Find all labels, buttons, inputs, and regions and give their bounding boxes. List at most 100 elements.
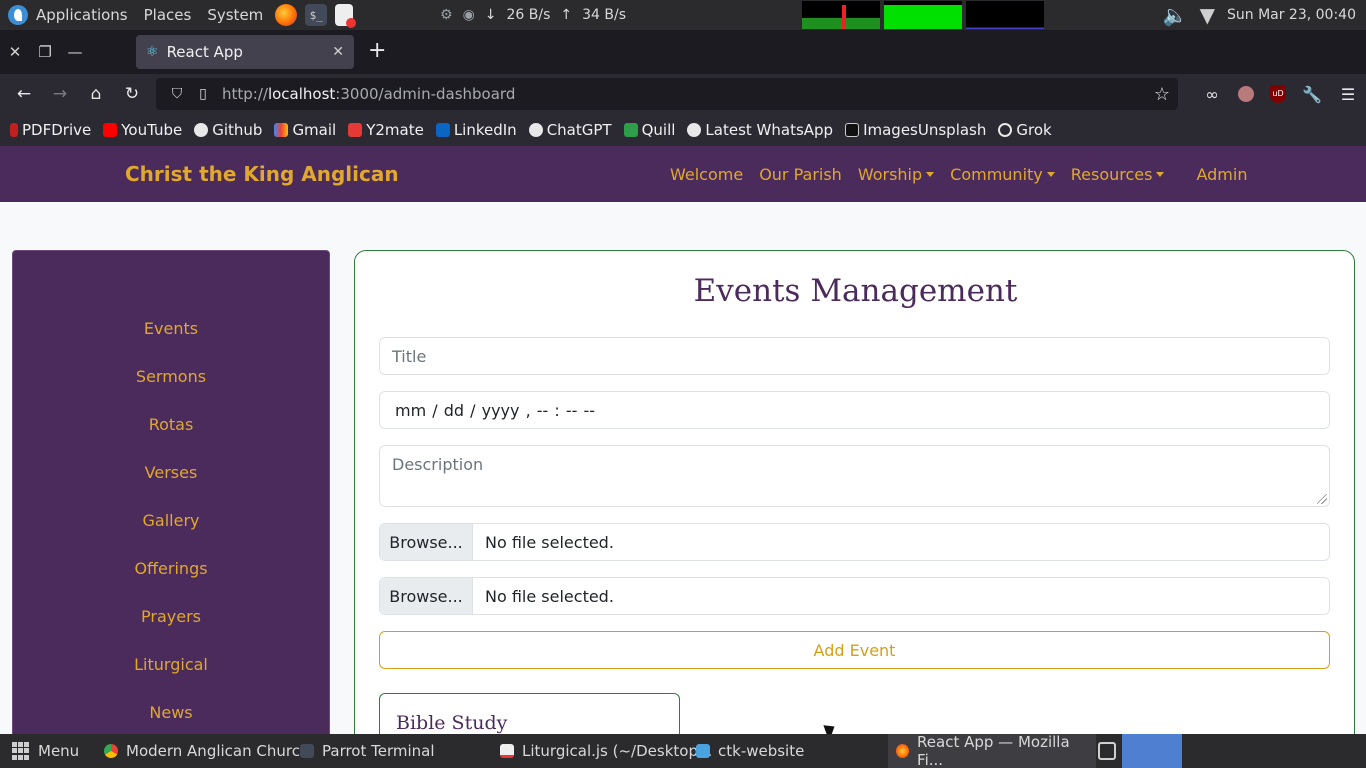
bookmark-label: Grok bbox=[1016, 121, 1052, 139]
url-host: localhost bbox=[267, 85, 336, 103]
gmail-icon bbox=[274, 123, 289, 137]
places-menu[interactable]: Places bbox=[136, 0, 200, 30]
bookmark-pdfdrive[interactable]: PDFDrive bbox=[10, 121, 91, 139]
taskbar-menu-button[interactable]: Menu bbox=[4, 734, 87, 768]
bookmark-chatgpt[interactable]: ChatGPT bbox=[528, 121, 612, 139]
page-info-icon[interactable]: ▯ bbox=[190, 86, 216, 102]
shield-icon[interactable]: ⛉ bbox=[164, 86, 190, 102]
terminal-launcher-icon[interactable]: $_ bbox=[305, 4, 328, 26]
net-down-speed: 26 B/s bbox=[506, 7, 551, 23]
bookmark-star-icon[interactable]: ☆ bbox=[1154, 84, 1170, 105]
task-label: Modern Anglican Churc... bbox=[126, 742, 315, 760]
bookmark-quill[interactable]: Quill bbox=[623, 121, 676, 139]
site-nav-links: Welcome Our Parish Worship Community Res… bbox=[670, 165, 1247, 184]
file-status: No file selected. bbox=[485, 586, 614, 606]
nav-admin[interactable]: Admin bbox=[1196, 165, 1247, 184]
tab-react-app[interactable]: ⚛ React App ✕ bbox=[136, 35, 354, 69]
taskbar-editor-window[interactable]: Liturgical.js (~/Desktop... bbox=[492, 734, 720, 768]
nav-worship-dropdown[interactable]: Worship bbox=[858, 165, 934, 184]
bookmark-imagesunsplash[interactable]: ImagesUnsplash bbox=[845, 121, 986, 139]
datetime-input[interactable]: mm / dd / yyyy , -- : -- -- bbox=[379, 391, 1330, 429]
profile-extension-icon[interactable] bbox=[1238, 86, 1254, 102]
hamburger-menu-icon[interactable]: ☰ bbox=[1338, 85, 1358, 104]
workspace-switcher-icon[interactable] bbox=[1094, 734, 1120, 768]
description-placeholder: Description bbox=[392, 455, 484, 474]
system-menu[interactable]: System bbox=[199, 0, 271, 30]
title-placeholder: Title bbox=[392, 346, 427, 366]
address-bar[interactable]: ⛉ ▯ http://localhost:3000/admin-dashboar… bbox=[156, 78, 1178, 110]
task-label: React App — Mozilla Fi... bbox=[917, 733, 1070, 768]
sidebar-item-gallery[interactable]: Gallery bbox=[13, 511, 329, 530]
sidebar-item-rotas[interactable]: Rotas bbox=[13, 415, 329, 434]
taskbar-firefox-window[interactable]: React App — Mozilla Fi... bbox=[888, 733, 1096, 768]
firefox-launcher-icon[interactable] bbox=[275, 4, 298, 26]
description-textarea[interactable]: Description bbox=[379, 445, 1330, 507]
tab-title: React App bbox=[166, 43, 243, 61]
browser-navigation-bar: ← → ⌂ ↻ ⛉ ▯ http://localhost:3000/admin-… bbox=[0, 74, 1366, 114]
volume-icon[interactable]: 🔈 bbox=[1163, 3, 1188, 27]
sidebar-item-sermons[interactable]: Sermons bbox=[13, 367, 329, 386]
attachment-file-input[interactable]: Browse... No file selected. bbox=[379, 577, 1330, 615]
nav-community-dropdown[interactable]: Community bbox=[950, 165, 1055, 184]
sidebar-item-events[interactable]: Events bbox=[13, 319, 329, 338]
url-scheme: http:// bbox=[222, 85, 268, 103]
task-label: ctk-website bbox=[718, 742, 805, 760]
taskbar-chrome-window[interactable]: Modern Anglican Churc... bbox=[96, 734, 322, 768]
back-arrow-icon[interactable]: ← bbox=[6, 84, 42, 104]
system-monitor-graphs bbox=[802, 1, 1044, 29]
sidebar-item-liturgical[interactable]: Liturgical bbox=[13, 655, 329, 674]
close-tab-icon[interactable]: ✕ bbox=[332, 44, 344, 60]
nav-our-parish[interactable]: Our Parish bbox=[759, 165, 842, 184]
reload-icon[interactable]: ↻ bbox=[114, 84, 150, 104]
sidebar-item-prayers[interactable]: Prayers bbox=[13, 607, 329, 626]
download-arrow-icon: ↓ bbox=[484, 7, 497, 23]
parrot-logo-icon[interactable] bbox=[8, 5, 28, 25]
title-input[interactable]: Title bbox=[379, 337, 1330, 375]
event-card[interactable]: Bible Study bbox=[379, 693, 680, 734]
bookmark-y2mate[interactable]: Y2mate bbox=[348, 121, 424, 139]
text-editor-launcher-icon[interactable] bbox=[335, 4, 357, 28]
site-brand[interactable]: Christ the King Anglican bbox=[125, 162, 399, 186]
taskbar-folder-window[interactable]: ctk-website bbox=[688, 734, 812, 768]
y2mate-icon bbox=[348, 123, 363, 137]
bookmark-github[interactable]: Github bbox=[194, 121, 262, 139]
net-up-speed: 34 B/s bbox=[582, 7, 627, 23]
sidebar-item-verses[interactable]: Verses bbox=[13, 463, 329, 482]
bookmark-linkedin[interactable]: LinkedIn bbox=[435, 121, 517, 139]
taskbar-active-firefox-button[interactable] bbox=[1122, 734, 1182, 768]
bookmark-label: Github bbox=[212, 121, 263, 139]
browse-button[interactable]: Browse... bbox=[380, 578, 473, 614]
add-event-button[interactable]: Add Event bbox=[379, 631, 1330, 669]
mask-extension-icon[interactable]: ∞ bbox=[1202, 85, 1222, 104]
forward-arrow-icon[interactable]: → bbox=[42, 84, 78, 104]
chrome-icon bbox=[104, 744, 118, 758]
sidebar-item-offerings[interactable]: Offerings bbox=[13, 559, 329, 578]
close-window-icon[interactable]: ✕ bbox=[0, 43, 30, 61]
settings-gear-icon[interactable]: ⚙ bbox=[440, 7, 453, 23]
bookmark-youtube[interactable]: YouTube bbox=[103, 121, 182, 139]
nav-resources-dropdown[interactable]: Resources bbox=[1071, 165, 1165, 184]
browse-button[interactable]: Browse... bbox=[380, 524, 473, 560]
image-file-input[interactable]: Browse... No file selected. bbox=[379, 523, 1330, 561]
bookmark-label: Quill bbox=[641, 121, 676, 139]
resize-handle-icon[interactable] bbox=[1317, 494, 1327, 504]
bookmark-gmail[interactable]: Gmail bbox=[274, 121, 336, 139]
chatgpt-icon bbox=[528, 123, 543, 137]
sidebar-item-news[interactable]: News bbox=[13, 703, 329, 722]
wrench-icon[interactable]: 🔧 bbox=[1302, 85, 1322, 104]
minimize-window-icon[interactable]: — bbox=[60, 43, 90, 61]
bookmark-grok[interactable]: Grok bbox=[998, 121, 1052, 139]
nav-welcome[interactable]: Welcome bbox=[670, 165, 743, 184]
taskbar-terminal-window[interactable]: Parrot Terminal bbox=[292, 734, 443, 768]
clock[interactable]: Sun Mar 23, 00:40 bbox=[1227, 7, 1356, 23]
new-tab-icon[interactable]: + bbox=[368, 38, 386, 63]
wifi-icon: ◉ bbox=[462, 7, 475, 23]
home-icon[interactable]: ⌂ bbox=[78, 84, 114, 104]
bookmark-latest-whatsapp[interactable]: Latest WhatsApp bbox=[687, 121, 833, 139]
applications-menu[interactable]: Applications bbox=[28, 0, 136, 30]
wifi-signal-icon[interactable]: ▼ bbox=[1200, 3, 1215, 27]
restore-window-icon[interactable]: ❐ bbox=[30, 43, 60, 61]
ublock-origin-icon[interactable]: uD bbox=[1270, 85, 1286, 103]
system-tray: 🔈 ▼ Sun Mar 23, 00:40 bbox=[1163, 0, 1356, 30]
browser-tab-bar: ✕ ❐ — ⚛ React App ✕ + bbox=[0, 30, 1366, 74]
